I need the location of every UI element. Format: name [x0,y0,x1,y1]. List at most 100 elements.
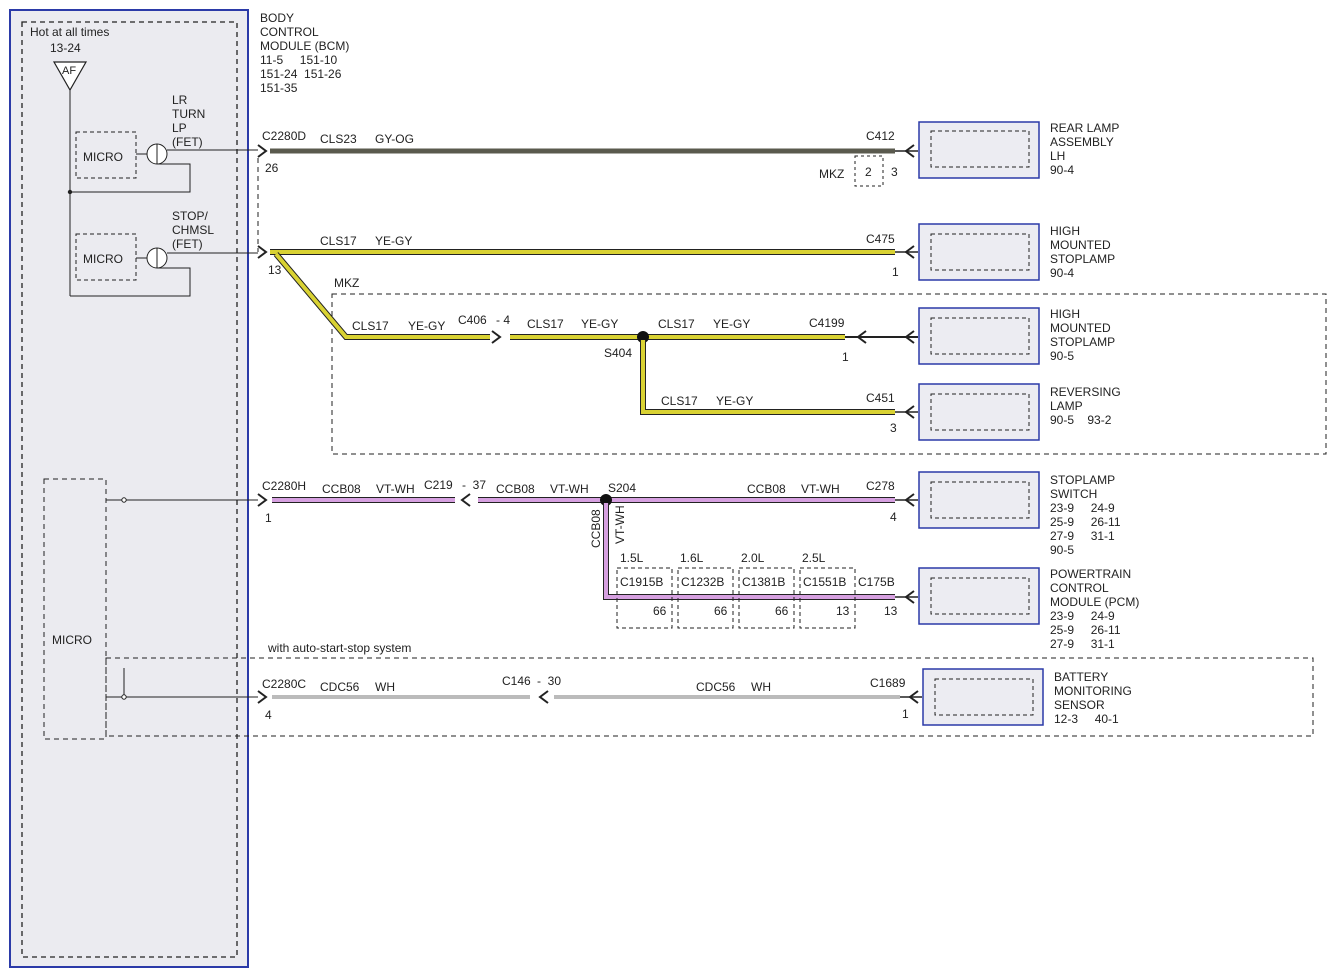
c146-connector: C146 [502,674,531,688]
bcm-module-box [9,9,249,968]
pcm-option-4-connector: C1551B [803,575,846,589]
lr-turn-label-4: (FET) [172,135,203,149]
micro-lr-turn-label: MICRO [83,150,123,164]
fuse-label: AF [62,65,76,77]
c175b-connector: C175B [858,575,895,589]
wire-cls17-main-label: CLS17 [320,234,357,248]
fuse-ref: 13-24 [50,41,81,55]
pcm-ref-2: 25-9 26-11 [1050,623,1121,637]
stoplamp-switch-ref-3: 27-9 31-1 [1050,529,1115,543]
stoplamp-switch-ref-2: 25-9 26-11 [1050,515,1121,529]
rear-lamp-title-1: REAR LAMP [1050,121,1119,135]
bcm-ref-line-1: 11-5 151-10 [260,53,337,67]
bms-title-2: MONITORING [1054,684,1132,698]
mkz-pin-label: MKZ [819,167,844,181]
c2280d-connector: C2280D [262,129,306,143]
bcm-title-line-2: CONTROL [260,25,319,39]
pcm-option-1-connector: C1915B [620,575,663,589]
pcm-option-2-pin: 66 [714,604,728,618]
rear-lamp-title-2: ASSEMBLY [1050,135,1114,149]
bms-ref: 12-3 40-1 [1054,712,1119,726]
c406-pin: - 4 [496,313,510,327]
wire-ccb08-pcm-color: VT-WH [613,505,627,544]
c1689-pin: 1 [902,707,909,721]
wire-cls23-label: CLS23 [320,132,357,146]
hmsl-1-title-3: STOPLAMP [1050,252,1115,266]
wire-ccb08-c-label: CCB08 [747,482,786,496]
pcm-option-2: 1.6L C1232B 66 [677,551,734,629]
s404-label: S404 [604,346,632,360]
pcm-box [918,567,1040,625]
bms-title-1: BATTERY [1054,670,1108,684]
pcm-option-2-engine: 1.6L [680,551,704,565]
pcm-title-1: POWERTRAIN [1050,567,1131,581]
pcm-option-3-pin: 66 [775,604,789,618]
c2280d-arrow-icon [257,144,268,158]
c146-pin: - 30 [537,674,561,688]
c175b-pin: 13 [884,604,898,618]
pcm-option-1-pin: 66 [653,604,667,618]
hmsl-1-title-1: HIGH [1050,224,1080,238]
c2280c-arrow-icon [257,690,268,704]
wire-cls17-branch-label: CLS17 [352,319,389,333]
pcm-option-2-connector: C1232B [681,575,724,589]
bcm-ref-line-3: 151-35 [260,81,298,95]
bcm-title-line-3: MODULE (BCM) [260,39,349,53]
reversing-lamp-ref: 90-5 93-2 [1050,413,1112,427]
s204-label: S204 [608,481,636,495]
mkz-pin-number: 2 [865,165,872,179]
hmsl-2-ref: 90-5 [1050,349,1074,363]
c146-arrow-icon [538,690,549,704]
c412-pin: 3 [891,165,898,179]
wire-cdc56-b-label: CDC56 [696,680,736,694]
micro-ccb-node [121,497,127,503]
wire-ccb08-a-color: VT-WH [376,482,415,496]
bcm-ref-line-2: 151-24 151-26 [260,67,342,81]
stoplamp-switch-ref-1: 23-9 24-9 [1050,501,1115,515]
stop-label-1: STOP/ [172,209,208,223]
c219-arrow-icon [460,493,471,507]
wire-cdc56-a-label: CDC56 [320,680,360,694]
wire-ccb08-b-label: CCB08 [496,482,535,496]
rear-lamp-box [918,121,1040,179]
wire-cls17-c4199-color: YE-GY [713,317,750,331]
reversing-lamp-box [918,383,1040,441]
hmsl-1-box [918,223,1040,281]
pcm-option-3-engine: 2.0L [741,551,765,565]
c412-connector: C412 [866,129,895,143]
wire-ccb08-c-color: VT-WH [801,482,840,496]
pcm-ref-1: 23-9 24-9 [1050,609,1115,623]
c2280h-pin: 1 [265,511,272,525]
c1689-connector: C1689 [870,676,906,690]
pcm-option-3: 2.0L C1381B 66 [738,551,795,629]
stop-arrow-icon [257,245,268,259]
reversing-lamp-title-2: LAMP [1050,399,1083,413]
wire-cls17-branch-color: YE-GY [408,319,445,333]
c4199-pin: 1 [842,350,849,364]
stop-pin: 13 [268,263,282,277]
pcm-option-3-connector: C1381B [742,575,785,589]
pcm-ref-3: 27-9 31-1 [1050,637,1115,651]
pcm-option-1: 1.5L C1915B 66 [616,551,673,629]
stoplamp-switch-title-1: STOPLAMP [1050,473,1115,487]
wire-cdc56-a-color: WH [375,680,395,694]
stoplamp-switch-title-2: SWITCH [1050,487,1097,501]
c451-pin: 3 [890,421,897,435]
c475-connector: C475 [866,232,895,246]
hmsl-2-box [918,307,1040,365]
hmsl-1-title-2: MOUNTED [1050,238,1111,252]
bms-title-3: SENSOR [1054,698,1105,712]
hmsl-2-title-3: STOPLAMP [1050,335,1115,349]
stop-label-3: (FET) [172,237,203,251]
lr-turn-label-1: LR [172,93,188,107]
c2280h-arrow-icon [257,493,268,507]
c451-connector: C451 [866,391,895,405]
pcm-option-1-engine: 1.5L [620,551,644,565]
pcm-title-2: CONTROL [1050,581,1109,595]
stop-label-2: CHMSL [172,223,214,237]
wire-cls17-s404-label: CLS17 [527,317,564,331]
pcm-option-4: 2.5L C1551B 13 [799,551,856,629]
wire-ccb08-b-color: VT-WH [550,482,589,496]
bms-box [922,668,1044,726]
c2280d-pin: 26 [265,161,279,175]
